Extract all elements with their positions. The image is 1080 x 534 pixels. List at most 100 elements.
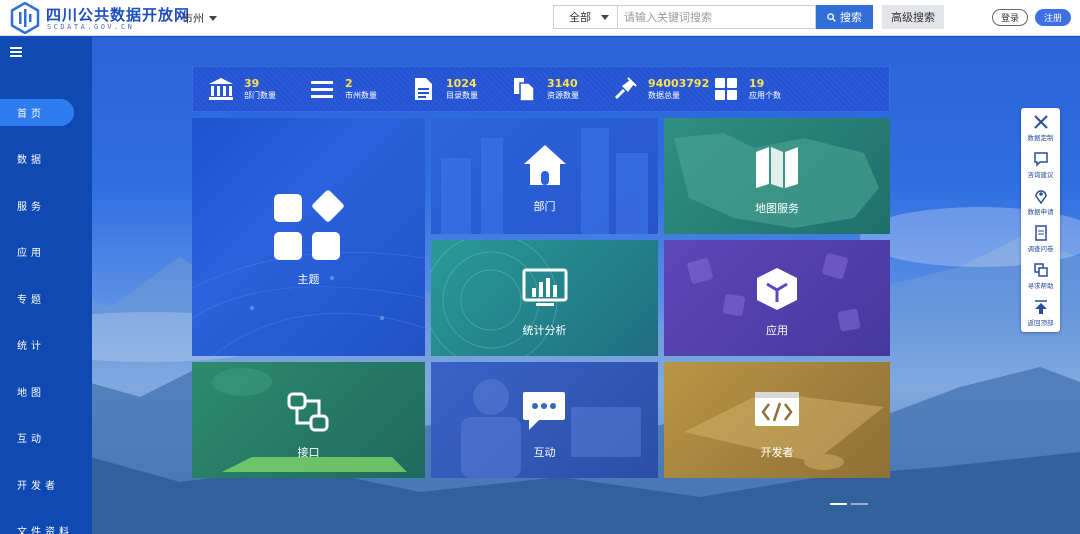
tile-label: 地图服务 bbox=[755, 202, 799, 215]
float-help[interactable]: 寻求帮助 bbox=[1021, 258, 1060, 296]
code-icon bbox=[755, 392, 799, 426]
tools-icon bbox=[1033, 115, 1048, 129]
float-survey[interactable]: 调查问卷 bbox=[1021, 221, 1060, 259]
sidebar-item-apps[interactable]: 应用 bbox=[0, 238, 74, 265]
sidebar-item-documents[interactable]: 文件资料 bbox=[0, 517, 74, 534]
stat-resources: 3140 资源数量 bbox=[511, 76, 579, 102]
search-input[interactable] bbox=[617, 5, 816, 29]
building-icon bbox=[209, 78, 233, 100]
advanced-search-button[interactable]: 高级搜索 bbox=[882, 5, 944, 29]
chat-icon bbox=[1033, 152, 1048, 167]
sidebar-item-statistics[interactable]: 统计 bbox=[0, 331, 74, 358]
stat-value: 2 bbox=[345, 77, 353, 90]
stat-label: 应用个数 bbox=[749, 91, 781, 100]
stat-label: 数据总量 bbox=[648, 91, 680, 100]
search-bar: 全部 搜索 bbox=[553, 5, 873, 29]
tile-label: 主题 bbox=[297, 273, 320, 286]
api-icon bbox=[287, 392, 329, 432]
float-label: 返回顶部 bbox=[1027, 319, 1054, 327]
stat-cities: 2 市州数量 bbox=[309, 76, 377, 102]
message-icon bbox=[523, 392, 565, 430]
tile-applications[interactable]: 应用 bbox=[664, 240, 890, 356]
caret-down-icon bbox=[209, 15, 217, 21]
logo-icon bbox=[10, 2, 40, 34]
theme-icon bbox=[274, 190, 344, 260]
floating-toolbar: 数据定制 咨询建议 数据申请 调查问卷 寻求帮助 返回顶部 bbox=[1021, 108, 1060, 332]
pin-icon bbox=[1034, 190, 1047, 204]
float-label: 咨询建议 bbox=[1027, 171, 1054, 179]
float-label: 调查问卷 bbox=[1027, 245, 1054, 253]
tile-developer[interactable]: 开发者 bbox=[664, 362, 890, 478]
float-data-apply[interactable]: 数据申请 bbox=[1021, 184, 1060, 222]
tile-label: 互动 bbox=[533, 446, 556, 459]
stat-value: 39 bbox=[244, 77, 260, 90]
help-icon bbox=[1033, 263, 1048, 277]
search-icon bbox=[827, 12, 836, 22]
home-icon bbox=[524, 145, 566, 185]
logo-subtitle: SCDATA.GOV.CN bbox=[47, 23, 135, 31]
carousel-dot[interactable] bbox=[851, 503, 868, 505]
arrow-up-icon bbox=[1034, 300, 1047, 314]
tile-statistics[interactable]: 统计分析 bbox=[431, 240, 658, 356]
tile-department[interactable]: 部门 bbox=[431, 118, 658, 234]
form-icon bbox=[1034, 225, 1047, 241]
cube-icon bbox=[757, 268, 797, 310]
map-icon bbox=[756, 147, 798, 188]
stat-label: 资源数量 bbox=[547, 91, 579, 100]
logo-title: 四川公共数据开放网 bbox=[46, 6, 191, 24]
tile-api[interactable]: 接口 bbox=[192, 362, 425, 478]
document-icon bbox=[415, 78, 432, 100]
stat-data-total: 94003792 数据总量 bbox=[612, 76, 709, 102]
tile-theme[interactable]: 主题 bbox=[192, 118, 425, 356]
grid-icon bbox=[715, 78, 737, 100]
tile-map-service[interactable]: 地图服务 bbox=[664, 118, 890, 234]
float-consult[interactable]: 咨询建议 bbox=[1021, 147, 1060, 185]
tile-label: 应用 bbox=[766, 324, 788, 337]
top-bar: 四川公共数据开放网 SCDATA.GOV.CN 市州 全部 搜索 高级搜索 登录… bbox=[0, 0, 1080, 36]
city-dropdown[interactable]: 市州 bbox=[182, 10, 217, 26]
chart-icon bbox=[522, 268, 568, 306]
stat-value: 3140 bbox=[547, 77, 578, 90]
stat-value: 94003792 bbox=[648, 77, 710, 90]
caret-down-icon bbox=[601, 14, 609, 20]
sidebar-item-developer[interactable]: 开发者 bbox=[0, 471, 74, 498]
tile-interaction[interactable]: 互动 bbox=[431, 362, 658, 478]
stats-bar: 39 部门数量 2 市州数量 1024 目录数量 3140 资源数量 94003… bbox=[192, 66, 890, 112]
carousel-indicator bbox=[830, 503, 870, 506]
list-icon bbox=[311, 81, 333, 98]
sidebar-item-data[interactable]: 数据 bbox=[0, 145, 74, 172]
float-back-to-top[interactable]: 返回顶部 bbox=[1021, 295, 1060, 333]
search-category-select[interactable]: 全部 bbox=[553, 5, 617, 29]
stat-value: 19 bbox=[749, 77, 765, 90]
carousel-dot-active[interactable] bbox=[830, 503, 847, 505]
stat-label: 市州数量 bbox=[345, 91, 377, 100]
plug-icon bbox=[614, 77, 637, 100]
tile-label: 开发者 bbox=[760, 446, 794, 459]
search-button[interactable]: 搜索 bbox=[816, 5, 873, 29]
tile-label: 统计分析 bbox=[522, 324, 567, 337]
float-label: 数据申请 bbox=[1027, 208, 1054, 216]
register-button[interactable]: 注册 bbox=[1035, 9, 1071, 26]
tile-label: 接口 bbox=[297, 446, 320, 459]
tile-label: 部门 bbox=[533, 200, 556, 213]
stat-applications: 19 应用个数 bbox=[713, 76, 781, 102]
sidebar-item-interaction[interactable]: 互动 bbox=[0, 424, 74, 451]
sidebar-item-service[interactable]: 服务 bbox=[0, 192, 74, 219]
search-category-value: 全部 bbox=[569, 11, 591, 24]
float-label: 寻求帮助 bbox=[1027, 282, 1054, 290]
login-button[interactable]: 登录 bbox=[992, 9, 1028, 26]
float-data-custom[interactable]: 数据定制 bbox=[1021, 110, 1060, 148]
site-logo[interactable]: 四川公共数据开放网 SCDATA.GOV.CN bbox=[10, 2, 189, 34]
sidebar-item-map[interactable]: 地图 bbox=[0, 378, 74, 405]
files-icon bbox=[514, 78, 535, 102]
stat-value: 1024 bbox=[446, 77, 477, 90]
sidebar-item-home[interactable]: 首页 bbox=[0, 99, 74, 126]
stat-departments: 39 部门数量 bbox=[208, 76, 276, 102]
hamburger-menu-icon[interactable] bbox=[10, 47, 22, 57]
float-label: 数据定制 bbox=[1027, 134, 1054, 142]
search-button-label: 搜索 bbox=[840, 11, 862, 24]
city-label: 市州 bbox=[182, 12, 204, 25]
sidebar-item-topics[interactable]: 专题 bbox=[0, 285, 74, 312]
sidebar: 首页 数据 服务 应用 专题 统计 地图 互动 开发者 文件资料 bbox=[0, 37, 92, 534]
stat-label: 部门数量 bbox=[244, 91, 276, 100]
